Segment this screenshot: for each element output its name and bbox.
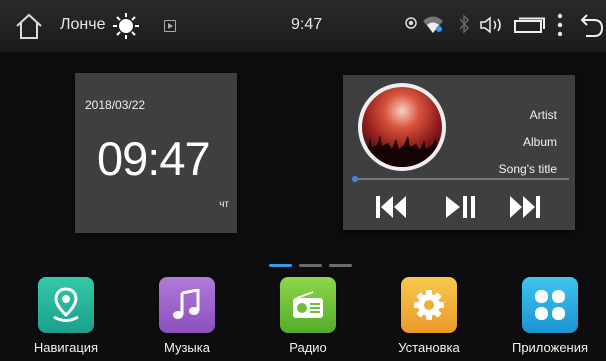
progress-track[interactable] bbox=[355, 178, 569, 180]
wifi-icon[interactable] bbox=[422, 14, 444, 34]
app-all-apps[interactable]: Приложения bbox=[500, 277, 600, 355]
settings-app-icon bbox=[401, 277, 457, 333]
app-label: Установка bbox=[398, 340, 460, 355]
map-pin-icon bbox=[53, 287, 79, 322]
navigation-app-icon bbox=[38, 277, 94, 333]
app-settings[interactable]: Установка bbox=[379, 277, 479, 355]
apps-app-icon bbox=[522, 277, 578, 333]
album-art-image bbox=[362, 87, 442, 167]
app-label: Радио bbox=[289, 340, 327, 355]
album-art[interactable] bbox=[358, 83, 446, 171]
clock-widget[interactable]: 2018/03/22 09:47 чт bbox=[75, 73, 237, 233]
music-note-icon bbox=[173, 289, 200, 319]
track-album: Album bbox=[522, 135, 557, 149]
page-dot[interactable] bbox=[299, 264, 322, 267]
track-artist: Artist bbox=[529, 108, 557, 122]
volume-icon[interactable] bbox=[479, 16, 505, 34]
app-label: Музыка bbox=[164, 340, 210, 355]
concert-crowd-image bbox=[362, 135, 442, 167]
page-dot[interactable] bbox=[329, 264, 352, 267]
app-label: Приложения bbox=[511, 340, 589, 355]
page-indicator bbox=[269, 264, 352, 267]
media-notification-icon[interactable] bbox=[164, 20, 176, 32]
previous-track-button[interactable] bbox=[373, 192, 409, 222]
clock-weekday: чт bbox=[219, 199, 229, 210]
radio-app-icon bbox=[280, 277, 336, 333]
page-dot[interactable] bbox=[269, 264, 292, 267]
brightness-icon[interactable] bbox=[113, 13, 139, 39]
clock-date: 2018/03/22 bbox=[85, 98, 146, 112]
radio-icon bbox=[293, 291, 323, 318]
music-widget: Artist Album Song's title bbox=[343, 75, 575, 230]
status-time: 9:47 bbox=[291, 16, 323, 33]
progress-knob[interactable] bbox=[352, 176, 358, 182]
track-title: Song's title bbox=[498, 162, 557, 176]
app-navigation[interactable]: Навигация bbox=[16, 277, 116, 355]
app-label: Навигация bbox=[33, 340, 99, 355]
next-track-button[interactable] bbox=[507, 192, 543, 222]
window-switch-icon[interactable] bbox=[514, 17, 546, 33]
gps-icon bbox=[405, 17, 417, 29]
grid-icon bbox=[535, 290, 565, 320]
app-music[interactable]: Музыка bbox=[137, 277, 237, 355]
launcher-name: Лонче bbox=[60, 16, 106, 33]
music-app-icon bbox=[159, 277, 215, 333]
play-pause-button[interactable] bbox=[443, 192, 479, 222]
gear-icon bbox=[414, 290, 444, 320]
back-icon[interactable] bbox=[578, 12, 604, 38]
app-radio[interactable]: Радио bbox=[258, 277, 358, 355]
status-bar: Лонче 9:47 bbox=[0, 0, 606, 52]
clock-time: 09:47 bbox=[97, 132, 211, 185]
overflow-menu-icon[interactable] bbox=[556, 12, 564, 38]
bluetooth-icon[interactable] bbox=[458, 14, 470, 34]
home-icon[interactable] bbox=[14, 12, 44, 40]
